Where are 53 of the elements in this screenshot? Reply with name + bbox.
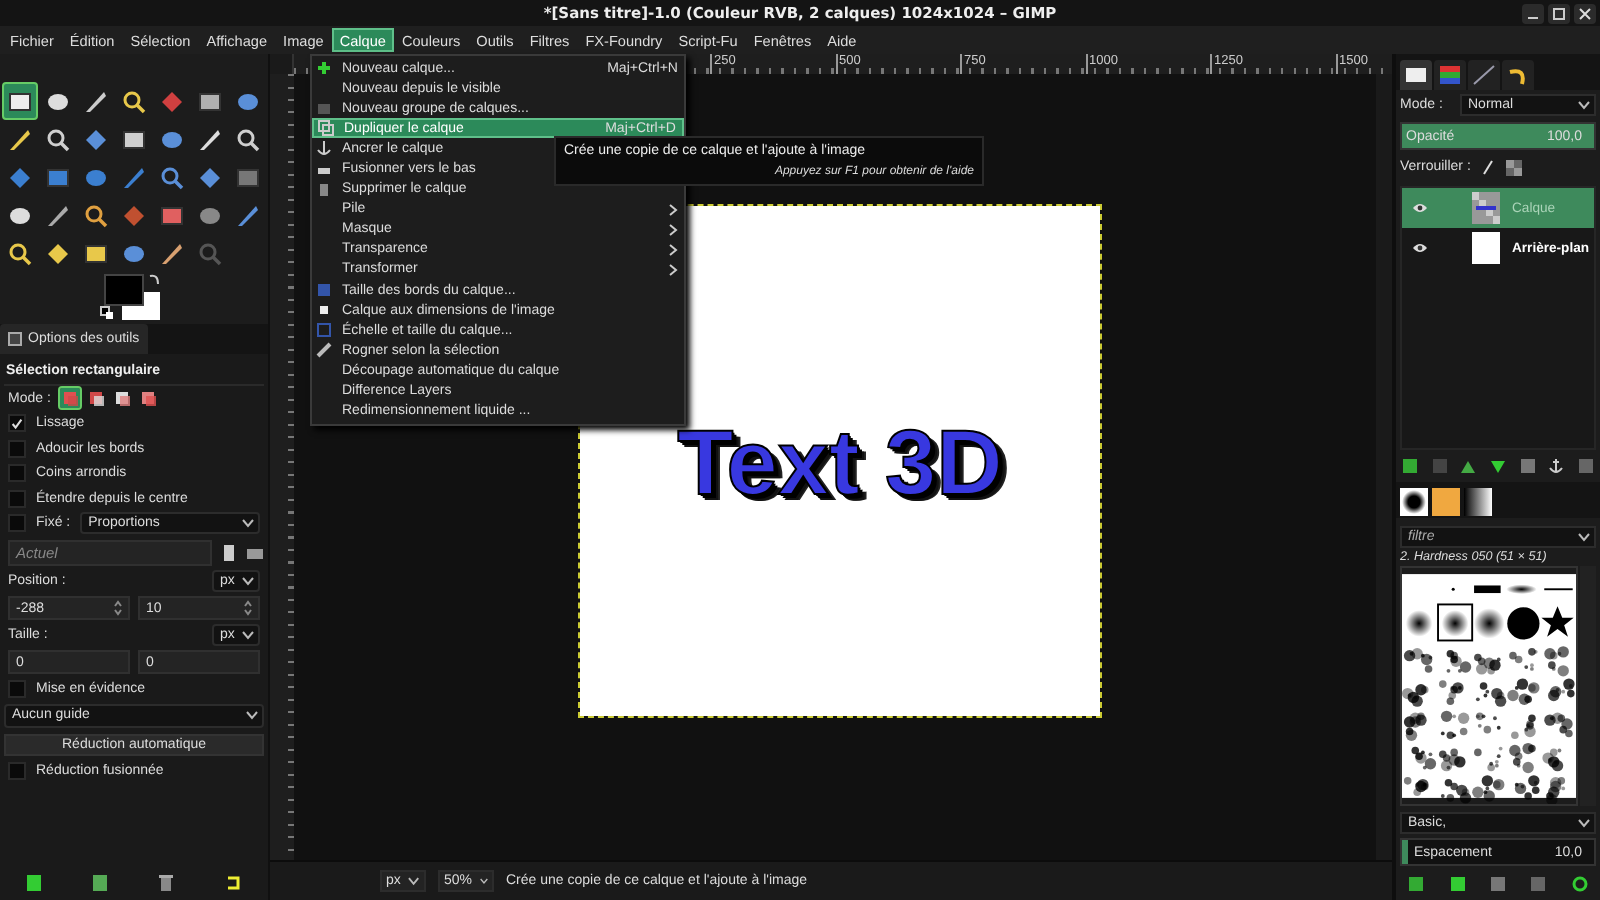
checkbox[interactable] <box>8 762 26 781</box>
caret-icon <box>246 710 258 720</box>
foreground-color-swatch[interactable] <box>104 274 144 306</box>
checkbox[interactable] <box>8 439 26 458</box>
checkbox[interactable] <box>8 414 26 433</box>
background-color-swatch[interactable] <box>122 292 160 320</box>
caret-icon <box>242 576 254 586</box>
maximize-icon[interactable] <box>1548 3 1570 23</box>
document-icon[interactable] <box>222 543 236 561</box>
canvas-text: Text 3D <box>677 407 1003 515</box>
checkbox[interactable] <box>8 679 26 698</box>
caret-icon <box>1578 531 1590 541</box>
caret-icon <box>242 518 254 529</box>
layer-thumbnail <box>1472 232 1500 264</box>
reset-colors-icon[interactable] <box>100 306 114 320</box>
checker-icon[interactable] <box>1506 159 1523 175</box>
menu-item-icon <box>316 140 332 157</box>
tool-icon[interactable] <box>2 82 38 120</box>
eye-icon[interactable] <box>1412 242 1428 254</box>
brushes-tab-icon[interactable] <box>1400 488 1428 516</box>
caret-icon <box>1578 818 1590 828</box>
swap-icon[interactable] <box>148 272 162 286</box>
spinner-icon[interactable] <box>244 600 252 616</box>
refresh-icon[interactable] <box>1571 876 1588 892</box>
spinner-icon[interactable] <box>114 600 122 616</box>
folder-icon[interactable] <box>246 545 264 559</box>
eye-icon[interactable] <box>1412 202 1428 214</box>
gradients-tab-icon[interactable] <box>1464 488 1492 516</box>
menu-item-icon <box>316 60 332 77</box>
reset-icon[interactable] <box>224 873 243 891</box>
mode-icon[interactable] <box>138 388 159 409</box>
layers-tab-icon[interactable] <box>1400 60 1432 90</box>
caret-icon <box>242 630 254 640</box>
checkbox[interactable] <box>8 464 26 483</box>
caret-icon <box>408 876 420 886</box>
lower-icon[interactable] <box>1489 459 1506 473</box>
scrollbar[interactable] <box>1376 74 1392 860</box>
paths-tab-icon[interactable] <box>1468 60 1500 90</box>
caret-icon <box>1578 100 1590 110</box>
checkbox[interactable] <box>8 489 26 508</box>
mode-icon[interactable] <box>86 388 107 409</box>
brush-previews-drawing[interactable] <box>1400 566 1579 806</box>
channels-tab-icon[interactable] <box>1434 60 1466 90</box>
caret-icon <box>480 876 488 886</box>
anchor-icon[interactable] <box>1548 458 1565 474</box>
mode-icon[interactable] <box>112 388 133 409</box>
undo-tab-icon[interactable] <box>1502 60 1534 90</box>
raise-icon[interactable] <box>1460 459 1477 473</box>
layer-thumbnail <box>1472 192 1500 224</box>
close-icon[interactable] <box>1574 3 1596 23</box>
minimize-icon[interactable] <box>1522 3 1544 23</box>
options-icon <box>8 332 22 346</box>
checkbox[interactable] <box>8 514 26 533</box>
